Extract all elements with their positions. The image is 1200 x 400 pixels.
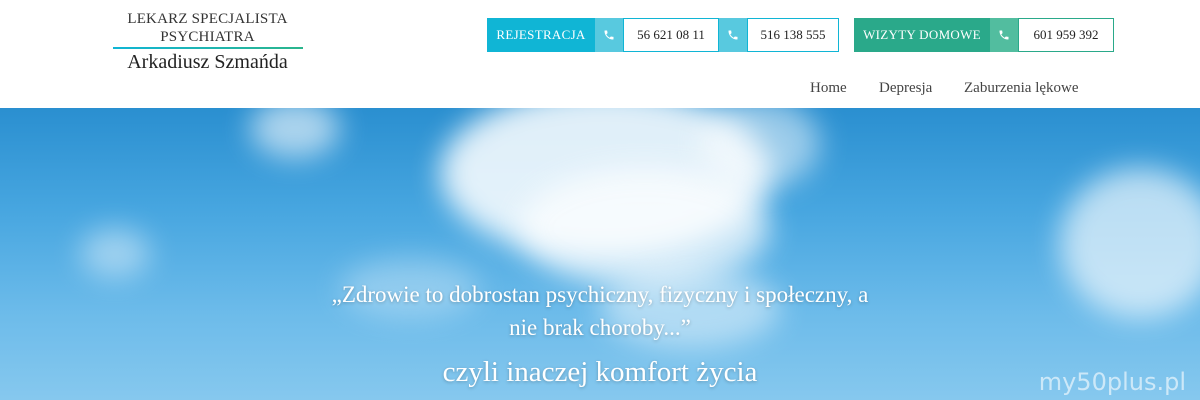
cloud-shape [520,168,770,288]
registration-label: REJESTRACJA [487,18,595,52]
logo-title: LEKARZ SPECJALISTA PSYCHIATRA [127,11,288,45]
hero-banner: „Zdrowie to dobrostan psychiczny, fizycz… [0,108,1200,400]
phone-number-1[interactable]: 56 621 08 11 [623,18,719,52]
phone-number-3[interactable]: 601 959 392 [1018,18,1114,52]
hero-tagline: czyli inaczej komfort życia [442,356,758,388]
site-header: LEKARZ SPECJALISTA PSYCHIATRA Arkadiusz … [0,0,1200,108]
hero-quote-line-1: „Zdrowie to dobrostan psychiczny, fizycz… [331,282,869,307]
hero-quote-line-2: nie brak choroby...” [509,315,691,340]
phone-number-2[interactable]: 516 138 555 [747,18,839,52]
phone-icon [595,18,623,52]
hero-quote: „Zdrowie to dobrostan psychiczny, fizycz… [260,278,940,344]
home-visits-contact: WIZYTY DOMOWE 601 959 392 [854,18,1114,52]
cloud-shape [250,108,340,158]
phone-icon [990,18,1018,52]
site-logo[interactable]: LEKARZ SPECJALISTA PSYCHIATRA Arkadiusz … [80,10,335,75]
home-visits-label: WIZYTY DOMOWE [854,18,990,52]
phone-icon [719,18,747,52]
nav-item-depresja[interactable]: Depresja [879,80,932,97]
nav-item-home[interactable]: Home [810,80,847,97]
watermark: my50plus.pl [1038,368,1186,396]
cloud-shape [1060,168,1200,318]
cloud-shape [80,228,150,278]
nav-item-zaburzenia-lekowe[interactable]: Zaburzenia lękowe [964,80,1079,97]
logo-name: Arkadiusz Szmańda [127,51,288,73]
registration-contact: REJESTRACJA 56 621 08 11 516 138 555 [487,18,839,52]
